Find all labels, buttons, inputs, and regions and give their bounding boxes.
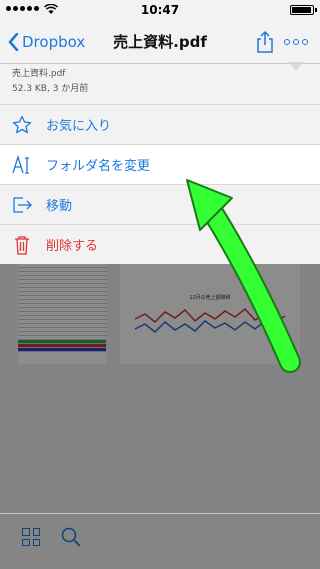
page-title: 売上資料.pdf — [113, 33, 207, 51]
menu-item-label: フォルダ名を変更 — [46, 159, 151, 174]
back-button[interactable]: Dropbox — [8, 20, 85, 64]
menu-item-label: 削除する — [46, 239, 99, 254]
bottom-toolbar — [0, 513, 320, 569]
status-time: 10:47 — [140, 3, 180, 17]
more-icon[interactable] — [284, 38, 308, 46]
menu-item-move[interactable]: 移動 — [0, 184, 320, 224]
share-icon[interactable] — [255, 30, 275, 54]
caret-icon — [288, 62, 304, 70]
nav-bar: Dropbox 売上資料.pdf — [0, 20, 320, 64]
trash-icon — [10, 233, 34, 257]
menu-item-favorite[interactable]: お気に入り — [0, 104, 320, 144]
battery-icon — [290, 5, 317, 15]
file-name: 売上資料.pdf — [12, 69, 66, 79]
move-icon — [10, 193, 34, 217]
rename-icon — [10, 153, 34, 177]
chevron-left-icon — [8, 33, 19, 51]
menu-item-label: お気に入り — [46, 119, 112, 134]
menu-item-label: 移動 — [46, 199, 73, 214]
file-meta: 52.3 KB, 3 か月前 — [12, 84, 89, 94]
file-info: 売上資料.pdf 52.3 KB, 3 か月前 — [0, 62, 320, 104]
star-icon — [10, 113, 34, 137]
dim-overlay-bottom — [0, 514, 320, 569]
menu-item-delete[interactable]: 削除する — [0, 224, 320, 264]
menu-item-rename[interactable]: フォルダ名を変更 — [0, 144, 320, 184]
status-bar: 10:47 — [0, 0, 320, 20]
action-menu: 売上資料.pdf 52.3 KB, 3 か月前 お気に入り フォルダ名を変更 移… — [0, 62, 320, 264]
back-label: Dropbox — [22, 33, 86, 51]
